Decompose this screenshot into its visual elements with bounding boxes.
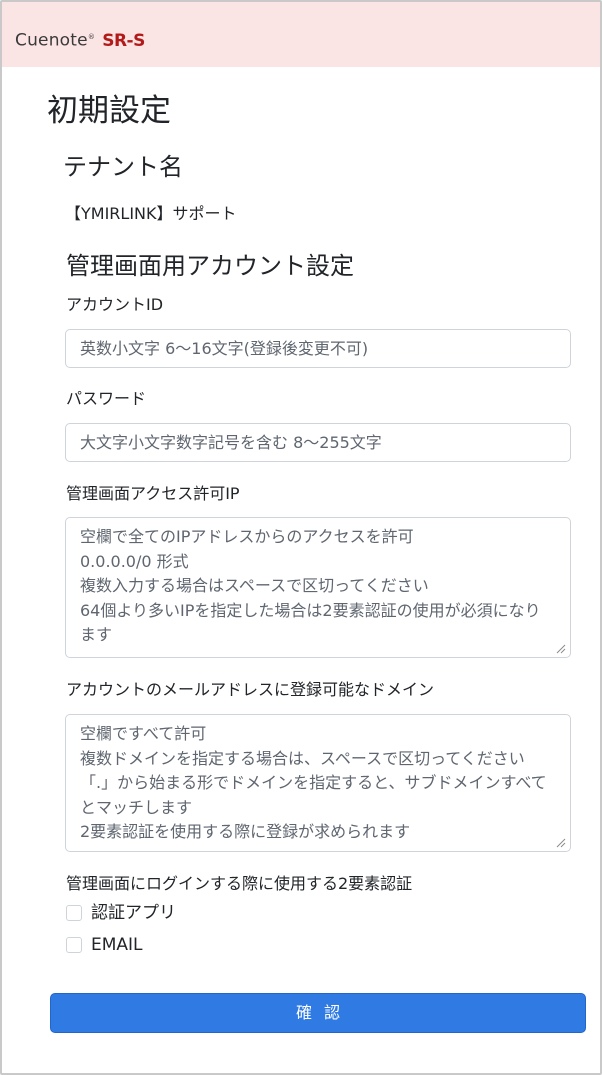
account-id-placeholder: 英数小文字 6～16文字(登録後変更不可) (80, 339, 369, 358)
admin-account-heading: 管理画面用アカウント設定 (66, 252, 354, 280)
two-factor-option-app[interactable]: 認証アプリ (66, 902, 176, 924)
resize-grip-icon[interactable] (556, 838, 566, 848)
two-factor-option-email[interactable]: EMAIL (66, 934, 143, 956)
tenant-heading: テナント名 (63, 153, 183, 181)
logo-registered-mark: ® (87, 33, 95, 41)
allowed-ip-label: 管理画面アクセス許可IP (66, 484, 240, 503)
two-factor-label: 管理画面にログインする際に使用する2要素認証 (66, 874, 413, 893)
allowed-ip-textarea[interactable]: 空欄で全てのIPアドレスからのアクセスを許可 0.0.0.0/0 形式 複数入力… (65, 517, 571, 658)
confirm-button[interactable]: 確認 (50, 993, 586, 1033)
password-label: パスワード (66, 389, 147, 408)
mail-domain-label: アカウントのメールアドレスに登録可能なドメイン (66, 680, 435, 699)
email-label[interactable]: EMAIL (91, 934, 143, 956)
account-id-input[interactable]: 英数小文字 6～16文字(登録後変更不可) (65, 329, 571, 368)
auth-app-checkbox[interactable] (66, 905, 82, 921)
allowed-ip-placeholder: 空欄で全てのIPアドレスからのアクセスを許可 0.0.0.0/0 形式 複数入力… (80, 527, 541, 644)
logo-main-text: Cuenote (15, 30, 88, 51)
cuenote-logo: Cuenote® SR-S (15, 26, 145, 52)
app-header: Cuenote® SR-S (2, 2, 600, 67)
password-input[interactable]: 大文字小文字数字記号を含む 8～255文字 (65, 423, 571, 462)
email-checkbox[interactable] (66, 937, 82, 953)
auth-app-label[interactable]: 認証アプリ (91, 902, 176, 924)
resize-grip-icon[interactable] (556, 644, 566, 654)
account-id-label: アカウントID (66, 295, 164, 314)
tenant-name-value: 【YMIRLINK】サポート (65, 204, 237, 223)
mail-domain-placeholder: 空欄ですべて許可 複数ドメインを指定する場合は、スペースで区切ってください 「.… (80, 724, 547, 841)
page-title: 初期設定 (47, 93, 171, 129)
mail-domain-textarea[interactable]: 空欄ですべて許可 複数ドメインを指定する場合は、スペースで区切ってください 「.… (65, 714, 571, 852)
password-placeholder: 大文字小文字数字記号を含む 8～255文字 (80, 433, 382, 452)
logo-product-text: SR-S (102, 30, 145, 51)
